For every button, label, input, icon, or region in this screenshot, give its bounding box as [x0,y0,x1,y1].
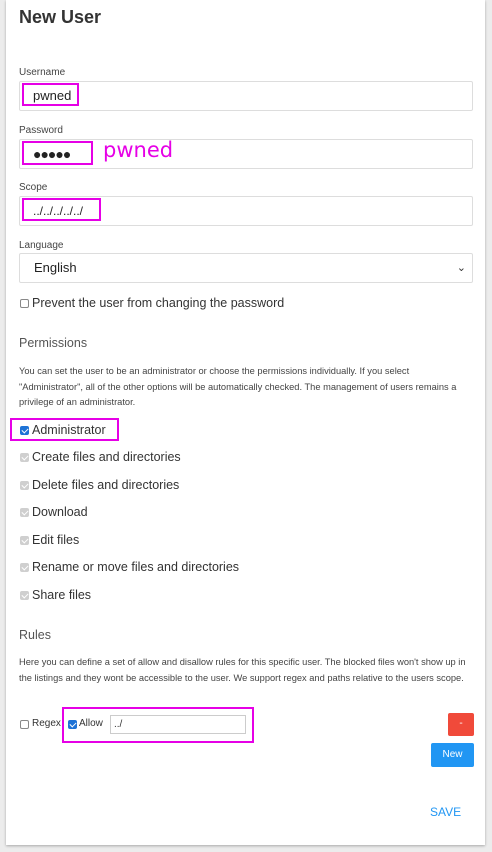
permissions-heading: Permissions [19,336,88,350]
page-title: New User [19,7,102,27]
prevent-change-checkbox[interactable] [20,299,29,308]
password-label: Password [19,125,63,136]
regex-label: Regex [32,718,61,729]
language-value: English [34,260,77,275]
download-checkbox[interactable] [20,508,29,517]
password-highlight [22,141,93,165]
language-select[interactable]: English ⌄ [19,253,473,283]
regex-checkbox[interactable] [20,720,29,729]
delete-label: Delete files and directories [32,478,180,492]
share-checkbox[interactable] [20,591,29,600]
rename-checkbox[interactable] [20,563,29,572]
rules-description: Here you can define a set of allow and d… [19,657,466,683]
rename-label: Rename or move files and directories [32,560,240,574]
administrator-highlight [10,418,119,441]
permissions-description: You can set the user to be an administra… [19,366,457,407]
rule-highlight [62,707,254,743]
scope-highlight [22,198,101,221]
rules-heading: Rules [19,628,51,642]
edit-checkbox[interactable] [20,536,29,545]
language-label: Language [19,240,64,251]
scope-label: Scope [19,182,48,193]
remove-rule-button[interactable]: - [448,713,474,736]
username-field[interactable]: pwned [19,81,473,111]
save-button[interactable]: SAVE [430,805,461,819]
new-rule-button[interactable]: New [431,743,474,767]
prevent-change-label: Prevent the user from changing the passw… [32,296,285,310]
edit-label: Edit files [32,533,80,547]
create-label: Create files and directories [32,450,181,464]
new-user-card: New User Username pwned Password ●●●●● p… [6,0,485,845]
username-highlight [22,83,79,106]
username-label: Username [19,67,66,78]
download-label: Download [32,505,88,519]
password-annotation: pwned [103,138,174,162]
chevron-down-icon: ⌄ [456,262,466,274]
create-checkbox[interactable] [20,453,29,462]
delete-checkbox[interactable] [20,481,29,490]
share-label: Share files [32,588,92,602]
